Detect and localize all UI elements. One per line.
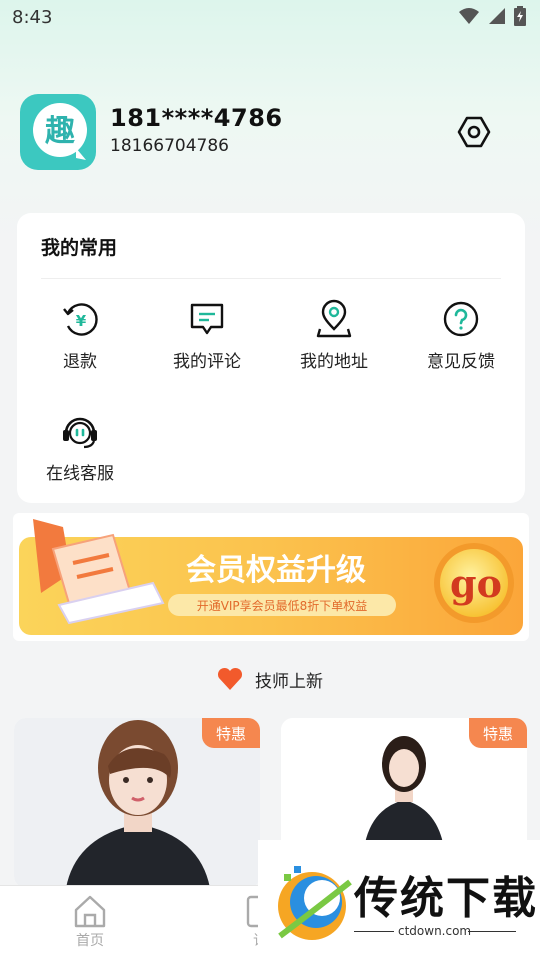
battery-icon xyxy=(514,6,526,26)
svg-text:¥: ¥ xyxy=(76,312,87,330)
discount-badge: 特惠 xyxy=(202,718,260,748)
settings-icon[interactable] xyxy=(456,114,492,150)
banner-title: 会员权益升级 xyxy=(186,553,366,588)
service-item-address[interactable]: 我的地址 xyxy=(271,299,397,379)
banner-subtitle: 开通VIP享会员最低8折下单权益 xyxy=(197,598,368,613)
service-item-comments[interactable]: 我的评论 xyxy=(144,299,270,379)
service-label: 我的地址 xyxy=(300,352,368,372)
status-bar: 8:43 xyxy=(0,0,540,36)
services-card: 我的常用 ¥ 退款 我的评论 我的地址 意见反馈 在线客服 xyxy=(17,213,525,503)
service-item-customer-service[interactable]: 在线客服 xyxy=(17,411,143,491)
watermark-line xyxy=(354,931,394,932)
watermark-title: 传统下载 xyxy=(354,873,538,924)
vip-banner[interactable]: 会员权益升级 开通VIP享会员最低8折下单权益 go xyxy=(13,513,529,641)
section-title: 技师上新 xyxy=(255,671,323,692)
discount-badge: 特惠 xyxy=(469,718,527,748)
status-time: 8:43 xyxy=(12,7,53,28)
signal-icon xyxy=(489,8,505,24)
nav-item-home[interactable]: 首页 xyxy=(50,894,130,950)
nav-label: 首页 xyxy=(76,933,104,949)
refund-icon: ¥ xyxy=(63,303,98,336)
home-icon xyxy=(74,895,106,928)
profile-header: 趣 181****4786 18166704786 xyxy=(20,94,520,174)
wifi-icon xyxy=(459,8,479,24)
phone-number: 18166704786 xyxy=(110,136,229,156)
avatar-text: 趣 xyxy=(45,114,75,149)
vip-banner-art: 会员权益升级 开通VIP享会员最低8折下单权益 go xyxy=(19,519,523,635)
service-item-refund[interactable]: ¥ 退款 xyxy=(17,299,143,379)
service-item-feedback[interactable]: 意见反馈 xyxy=(398,299,524,379)
technician-card[interactable]: 特惠 xyxy=(14,718,260,888)
service-label: 在线客服 xyxy=(46,464,114,484)
new-technicians-header: 技师上新 xyxy=(0,664,540,694)
service-label: 意见反馈 xyxy=(427,352,495,372)
watermark-line xyxy=(468,931,516,932)
watermark: 传统下载 ctdown.com xyxy=(258,840,540,960)
comment-icon xyxy=(190,303,224,335)
masked-phone: 181****4786 xyxy=(110,104,283,132)
banner-go: go xyxy=(450,561,502,606)
service-label: 退款 xyxy=(63,352,97,372)
location-icon xyxy=(316,299,352,338)
avatar[interactable]: 趣 xyxy=(20,94,96,170)
services-title: 我的常用 xyxy=(41,237,118,259)
customer-service-icon xyxy=(63,417,97,449)
service-label: 我的评论 xyxy=(173,352,241,372)
divider xyxy=(41,278,501,279)
watermark-url: ctdown.com xyxy=(398,924,472,938)
feedback-icon xyxy=(443,301,479,337)
status-icons xyxy=(458,6,526,26)
app-logo-icon: 趣 xyxy=(33,103,87,160)
watermark-logo-icon xyxy=(278,866,352,940)
heart-icon xyxy=(217,667,243,690)
